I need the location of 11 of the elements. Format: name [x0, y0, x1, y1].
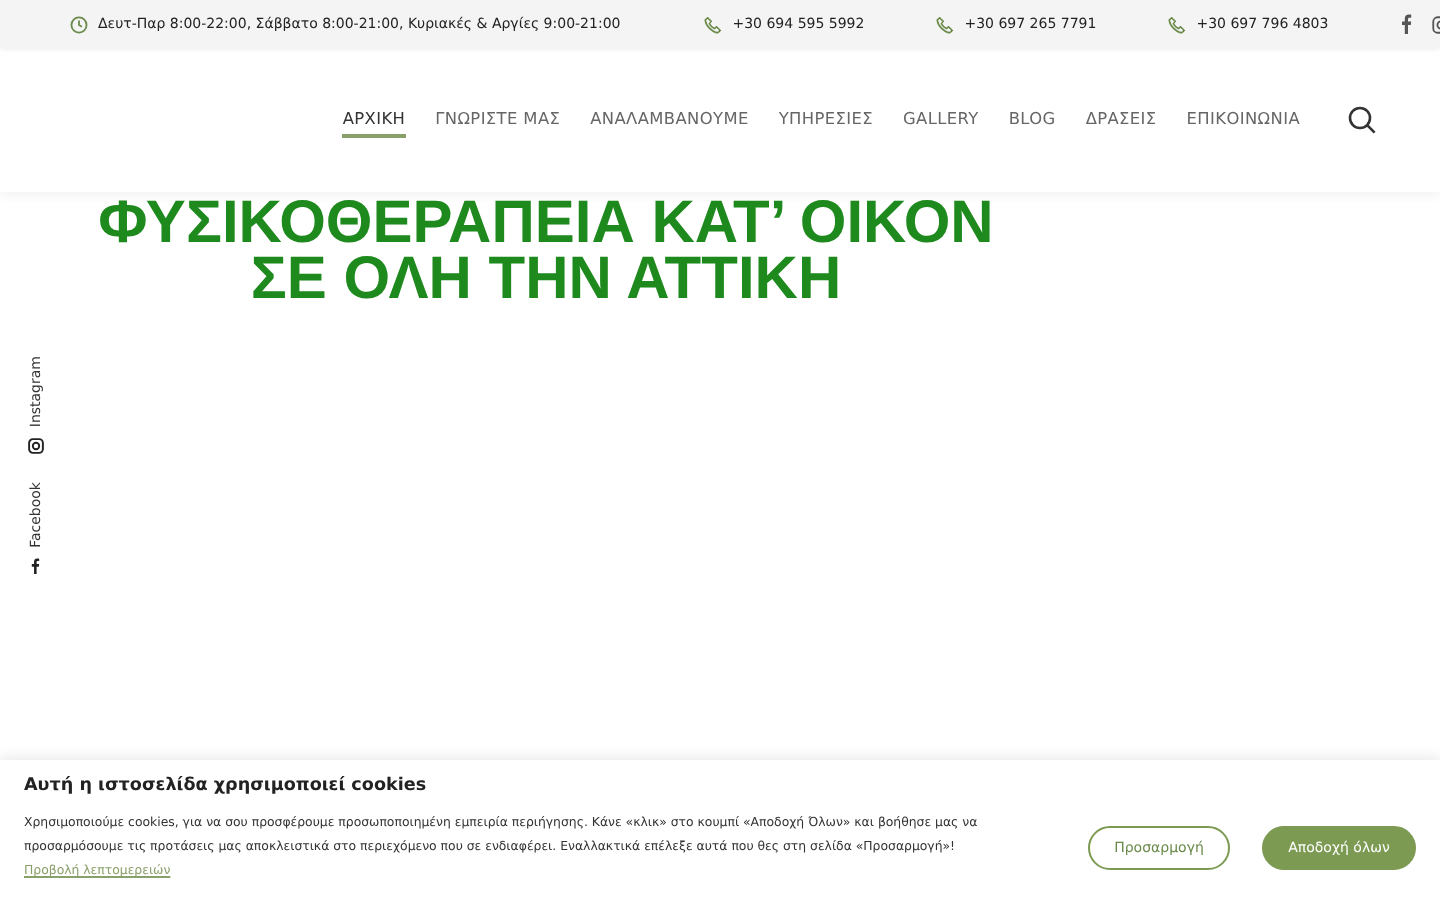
nav-link[interactable]: ΑΝΑΛΑΜΒΑΝΟΥΜΕ [590, 102, 749, 138]
nav-link[interactable]: ΕΠΙΚΟΙΝΩΝΙΑ [1186, 102, 1300, 138]
hero-title: ΦΥΣΙΚΟΘΕΡΑΠΕΙΑ ΚΑΤ’ ΟΙΚΟΝ [98, 196, 994, 252]
nav-link[interactable]: ΓΝΩΡΙΣΤΕ ΜΑΣ [435, 102, 561, 138]
nav-link[interactable]: ΑΡΧΙΚΗ [342, 102, 406, 138]
nav-link[interactable]: ΥΠΗΡΕΣΙΕΣ [778, 102, 874, 138]
nav-link[interactable]: GALLERY [903, 102, 979, 138]
cookie-title: Αυτή η ιστοσελίδα χρησιμοποιεί cookies [24, 776, 429, 796]
hero-title: ΣΕ ΟΛΗ ΤΗΝ ΑΤΤΙΚΗ [250, 252, 842, 308]
nav-link[interactable]: BLOG [1008, 102, 1056, 138]
nav-link[interactable]: ΔΡΑΣΕΙΣ [1085, 102, 1157, 138]
